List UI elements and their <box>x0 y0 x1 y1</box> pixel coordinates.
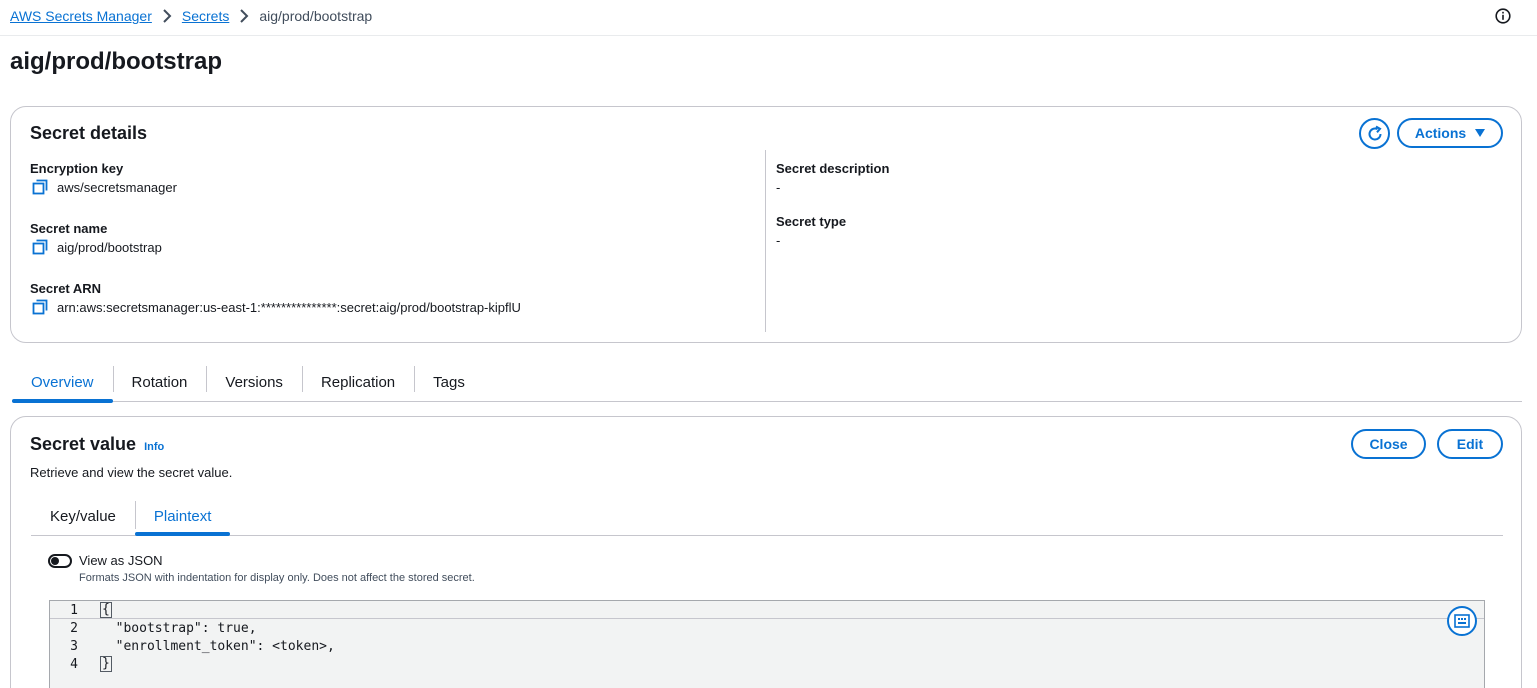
secret-arn-value: arn:aws:secretsmanager:us-east-1:*******… <box>30 299 521 315</box>
edit-button[interactable]: Edit <box>1437 429 1503 459</box>
view-as-json-label: View as JSON <box>79 553 163 568</box>
tab-overview[interactable]: Overview <box>12 364 113 403</box>
keyboard-icon <box>1454 614 1470 628</box>
secret-value-heading: Secret value Info <box>30 434 164 455</box>
secret-name-text: aig/prod/bootstrap <box>57 239 162 255</box>
column-divider <box>765 150 766 332</box>
code-text: { <box>100 602 112 618</box>
close-button[interactable]: Close <box>1351 429 1426 459</box>
encryption-key-text: aws/secretsmanager <box>57 179 177 195</box>
encryption-key-label: Encryption key <box>30 161 124 176</box>
toggle-knob <box>51 557 59 565</box>
secret-details-card: Secret details Actions Encryption key aw… <box>10 106 1522 343</box>
tab-rotation[interactable]: Rotation <box>112 364 207 400</box>
secret-details-title: Secret details <box>30 123 148 143</box>
secret-type-label: Secret type <box>776 214 847 229</box>
top-bar: AWS Secrets Manager Secrets aig/prod/boo… <box>0 0 1537 36</box>
breadcrumb-aws-secrets-manager[interactable]: AWS Secrets Manager <box>10 8 152 24</box>
page-title: aig/prod/bootstrap <box>10 48 222 75</box>
view-as-json-description: Formats JSON with indentation for displa… <box>79 572 475 584</box>
secret-arn-text: arn:aws:secretsmanager:us-east-1:*******… <box>57 299 521 315</box>
subtab-plaintext[interactable]: Plaintext <box>134 498 231 536</box>
actions-dropdown-button[interactable]: Actions <box>1397 118 1503 148</box>
secret-name-value: aig/prod/bootstrap <box>30 239 162 255</box>
chevron-right-icon <box>162 9 172 23</box>
view-as-json-toggle[interactable] <box>48 554 72 568</box>
copy-icon[interactable] <box>32 239 48 255</box>
breadcrumb: AWS Secrets Manager Secrets aig/prod/boo… <box>10 8 372 24</box>
copy-icon[interactable] <box>32 179 48 195</box>
info-link[interactable]: Info <box>144 441 164 453</box>
secret-value-title: Secret value <box>30 434 137 454</box>
secret-value-card: Secret value Info Retrieve and view the … <box>10 416 1522 688</box>
code-text: } <box>100 656 112 672</box>
chevron-right-icon <box>239 9 249 23</box>
line-number: 4 <box>70 656 78 672</box>
copy-icon[interactable] <box>32 299 48 315</box>
main-tabs: Overview Rotation Versions Replication T… <box>12 364 1522 403</box>
encryption-key-value: aws/secretsmanager <box>30 179 177 195</box>
line-number: 2 <box>70 620 78 636</box>
code-text: "bootstrap": true, <box>100 620 257 636</box>
code-line: 2 "bootstrap": true, <box>50 619 256 637</box>
refresh-button[interactable] <box>1359 118 1390 149</box>
breadcrumb-current: aig/prod/bootstrap <box>259 8 373 24</box>
secret-description-label: Secret description <box>776 161 890 176</box>
subtab-key-value[interactable]: Key/value <box>31 498 135 534</box>
tab-replication[interactable]: Replication <box>301 364 414 400</box>
line-number: 1 <box>70 602 78 618</box>
tab-tags[interactable]: Tags <box>414 364 484 400</box>
code-line: 1 { <box>50 601 112 619</box>
code-line: 4 } <box>50 655 112 673</box>
info-icon[interactable] <box>1495 8 1511 24</box>
plaintext-code-editor[interactable]: 1 { 2 "bootstrap": true, 3 "enrollment_t… <box>49 600 1485 688</box>
code-text: "enrollment_token": <token>, <box>100 638 335 654</box>
caret-down-icon <box>1475 129 1486 137</box>
secret-type-value: - <box>776 233 781 248</box>
secret-description-value: - <box>776 180 781 195</box>
editor-settings-button[interactable] <box>1447 606 1477 636</box>
secret-value-subtabs: Key/value Plaintext <box>31 498 1503 536</box>
secret-value-description: Retrieve and view the secret value. <box>30 465 233 480</box>
tab-versions[interactable]: Versions <box>206 364 302 400</box>
line-number: 3 <box>70 638 78 654</box>
actions-label: Actions <box>1414 125 1467 141</box>
secret-name-label: Secret name <box>30 221 108 236</box>
refresh-icon <box>1368 125 1382 140</box>
code-line: 3 "enrollment_token": <token>, <box>50 637 335 655</box>
editor-active-line-border <box>50 618 1484 619</box>
breadcrumb-secrets[interactable]: Secrets <box>182 8 229 24</box>
secret-arn-label: Secret ARN <box>30 281 102 296</box>
